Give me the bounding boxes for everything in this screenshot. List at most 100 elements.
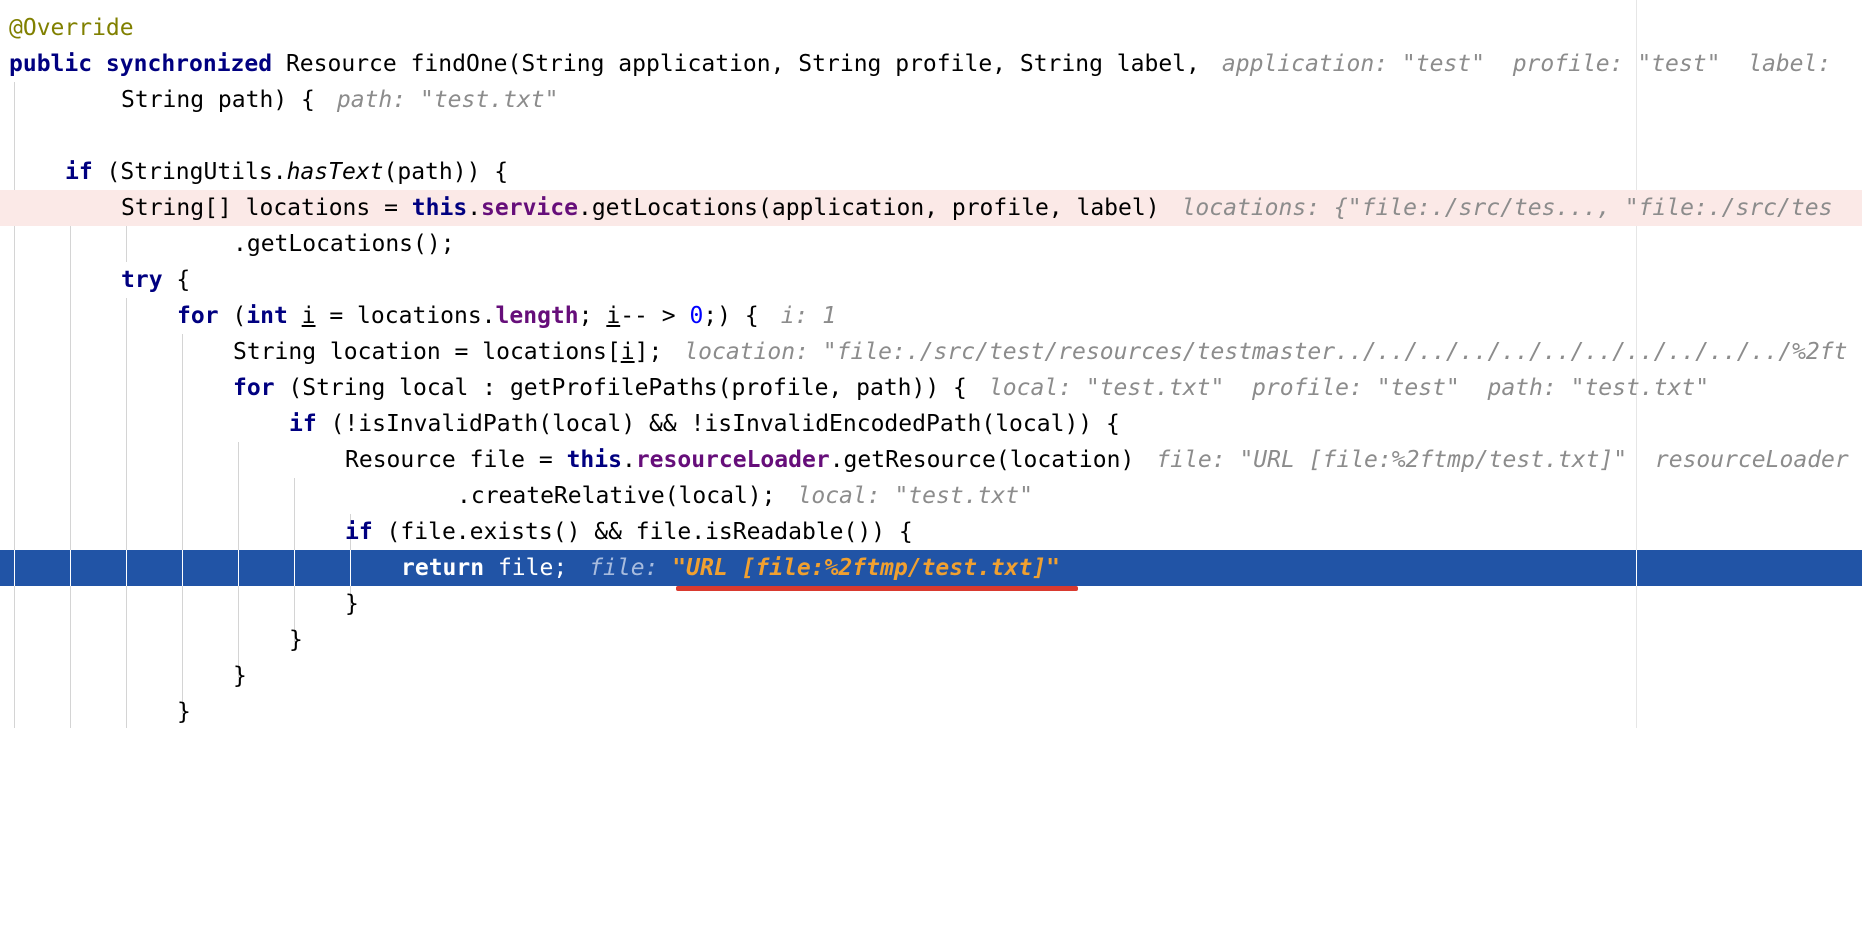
variable: i <box>301 303 316 329</box>
indent-guide <box>238 550 239 586</box>
indent-guide <box>350 550 351 586</box>
variable: i <box>620 339 635 365</box>
static-method: hasText <box>286 159 384 185</box>
code-line[interactable]: String path) { path: "test.txt" <box>0 82 1862 118</box>
method-signature: public synchronized Resource findOne(Str… <box>9 46 1831 82</box>
hint-key: locations: <box>1181 195 1321 221</box>
code-line[interactable]: } <box>0 622 1862 658</box>
code-line-highlighted[interactable]: String[] locations = this.service.getLoc… <box>0 190 1862 226</box>
inline-debug-hint: file: "URL [file:%2ftmp/test.txt]" <box>589 555 1060 581</box>
code-text: try { <box>121 262 190 298</box>
code-text: for (String local : getProfilePaths(prof… <box>233 370 1709 406</box>
inline-debug-hint: location: "file:./src/test/resources/tes… <box>684 339 1847 365</box>
code-text: Resource findOne(String application, Str… <box>272 51 1200 77</box>
code-line[interactable]: for (int i = locations.length; i-- > 0;)… <box>0 298 1862 334</box>
code-text: = locations. <box>315 303 496 329</box>
inline-debug-hint: locations: {"file:./src/tes..., "file:./… <box>1182 195 1833 221</box>
code-editor[interactable]: @Override public synchronized Resource f… <box>0 0 1862 728</box>
indent-guide <box>182 550 183 586</box>
code-line[interactable]: try { <box>0 262 1862 298</box>
keyword: for <box>233 375 275 401</box>
indent-guide <box>14 550 15 586</box>
hint-value: 1 <box>822 303 837 329</box>
hint-key: location: <box>684 339 809 365</box>
code-text: String path) { <box>121 87 315 113</box>
hint-value: "URL [file:%2ftmp/test.txt]" <box>672 555 1061 581</box>
hint-value: "test.txt" <box>1085 375 1225 401</box>
field-name: length <box>495 303 579 329</box>
code-text: file; <box>484 555 568 581</box>
code-text: return file; file: "URL [file:%2ftmp/test… <box>401 550 1060 586</box>
code-line[interactable]: @Override <box>0 10 1862 46</box>
code-text: .getLocations(application, profile, labe… <box>577 195 1160 221</box>
code-text: . <box>621 447 636 473</box>
code-text: if (file.exists() && file.isReadable()) … <box>345 514 913 550</box>
code-text: .getResource(location) <box>829 447 1135 473</box>
indent-guide <box>70 550 71 586</box>
inline-debug-hint: application: "test" profile: "test" labe… <box>1222 51 1831 77</box>
code-line[interactable]: if (StringUtils.hasText(path)) { <box>0 154 1862 190</box>
keyword: for <box>177 303 219 329</box>
hint-value: "test.txt" <box>1570 375 1710 401</box>
hint-value: "test" <box>1637 51 1721 77</box>
code-text: { <box>162 267 191 293</box>
code-text: String[] locations = this.service.getLoc… <box>121 190 1832 226</box>
code-line[interactable]: Resource file = this.resourceLoader.getR… <box>0 442 1862 478</box>
code-text: String location = locations[i]; location:… <box>233 334 1847 370</box>
keyword: if <box>289 411 317 437</box>
keyword: int <box>246 303 288 329</box>
code-line[interactable]: } <box>0 694 1862 730</box>
hint-key: path: <box>1487 375 1557 401</box>
hint-key: file: <box>589 555 659 581</box>
hint-value: "URL [file:%2ftmp/test.txt]" <box>1239 447 1628 473</box>
number-literal: 0 <box>689 303 704 329</box>
code-line[interactable]: } <box>0 658 1862 694</box>
code-line[interactable]: if (!isInvalidPath(local) && !isInvalidE… <box>0 406 1862 442</box>
code-text: String location = locations[ <box>233 339 621 365</box>
hint-value: "file:./src/test/resources/testmaster../… <box>822 339 1848 365</box>
code-line[interactable]: for (String local : getProfilePaths(prof… <box>0 370 1862 406</box>
code-line[interactable]: .createRelative(local); local: "test.txt" <box>0 478 1862 514</box>
closing-brace: } <box>177 699 191 725</box>
execution-point-line[interactable]: return file; file: "URL [file:%2ftmp/test… <box>0 550 1862 586</box>
hint-value: "test.txt" <box>419 87 559 113</box>
code-text: ( <box>218 303 247 329</box>
keyword: return <box>401 555 485 581</box>
hint-key: profile: <box>1512 51 1624 77</box>
inline-debug-hint: i: 1 <box>781 303 836 329</box>
code-text: .getLocations(); <box>233 231 455 257</box>
keyword: this <box>411 195 468 221</box>
code-text: (path)) { <box>383 159 509 185</box>
code-text: (String local : getProfilePaths(profile,… <box>274 375 967 401</box>
field-name: service <box>481 195 578 221</box>
right-margin-guide <box>1636 550 1637 586</box>
closing-brace: } <box>233 663 247 689</box>
code-text: if (!isInvalidPath(local) && !isInvalidE… <box>289 406 1120 442</box>
code-text: (file.exists() && file.isReadable()) { <box>372 519 913 545</box>
code-text: String path) { path: "test.txt" <box>121 82 558 118</box>
inline-debug-hint: file: "URL [file:%2ftmp/test.txt]" resou… <box>1156 447 1848 473</box>
code-line[interactable]: String location = locations[i]; location:… <box>0 334 1862 370</box>
code-text: (!isInvalidPath(local) && !isInvalidEnco… <box>316 411 1120 437</box>
code-text: . <box>467 195 482 221</box>
hint-value: "test" <box>1376 375 1460 401</box>
code-line[interactable]: } <box>0 586 1862 622</box>
code-text: Resource file = <box>345 447 567 473</box>
hint-key: path: <box>336 87 407 113</box>
hint-key: label: <box>1748 51 1832 77</box>
code-text: -- > <box>620 303 690 329</box>
code-text: if (StringUtils.hasText(path)) { <box>65 154 508 190</box>
keyword: if <box>345 519 373 545</box>
code-text: ; <box>578 303 607 329</box>
code-line[interactable]: if (file.exists() && file.isReadable()) … <box>0 514 1862 550</box>
code-text: String[] locations = <box>121 195 412 221</box>
field-name: resourceLoader <box>635 447 830 473</box>
annotation: @Override <box>9 15 134 41</box>
code-line[interactable]: .getLocations(); <box>0 226 1862 262</box>
hint-value: {"file:./src/tes..., "file:./src/tes <box>1333 195 1833 221</box>
inline-debug-hint: path: "test.txt" <box>337 87 559 113</box>
hint-key: resourceLoader <box>1654 447 1849 473</box>
code-line[interactable]: public synchronized Resource findOne(Str… <box>0 46 1862 82</box>
code-text: Resource file = this.resourceLoader.getR… <box>345 442 1849 478</box>
